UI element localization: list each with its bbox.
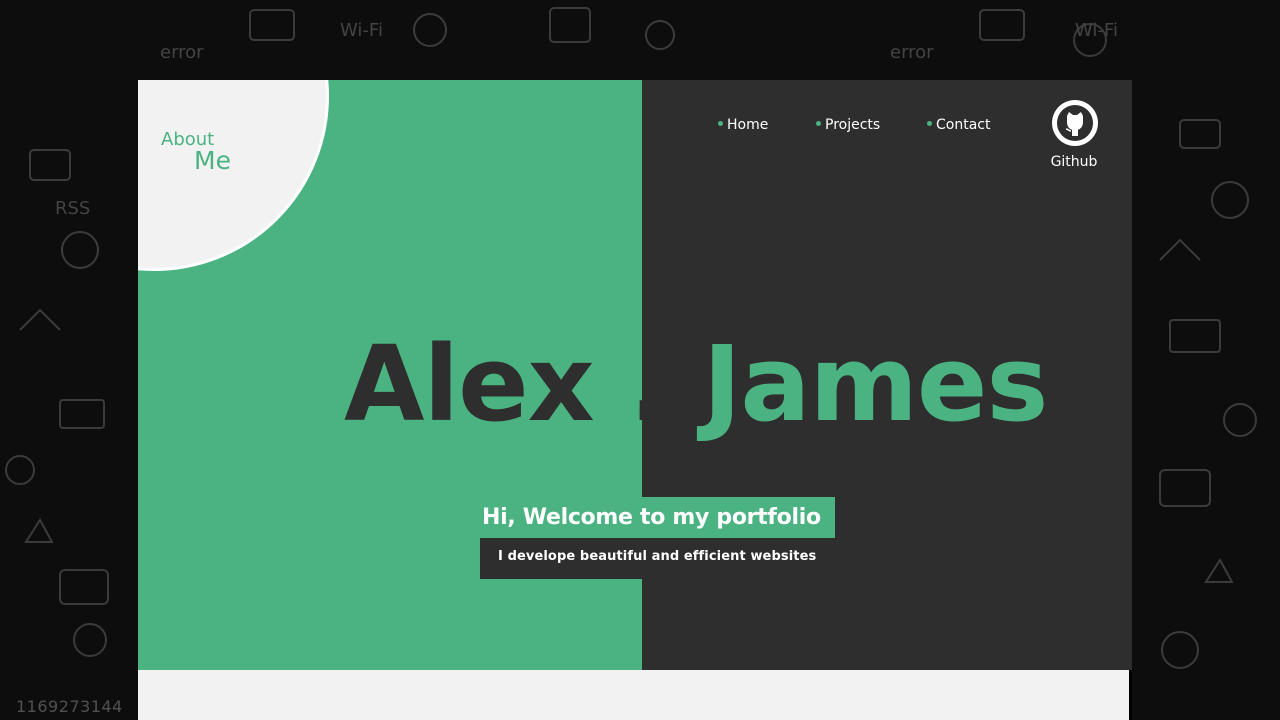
nav-projects[interactable]: Projects: [816, 117, 880, 133]
svg-text:error: error: [160, 42, 204, 63]
nav-bullet-icon: [927, 120, 932, 126]
me-label[interactable]: Me: [194, 146, 231, 175]
tagline-text: I develope beautiful and efficient websi…: [498, 549, 817, 564]
hero-card: About Me Home Projects Contact Github Al…: [138, 80, 1132, 670]
svg-text:error: error: [890, 42, 934, 63]
svg-text:Wi-Fi: Wi-Fi: [340, 20, 383, 41]
nav-home-label: Home: [727, 117, 769, 133]
hero-first-name: Alex .: [344, 323, 668, 445]
nav-projects-label: Projects: [825, 117, 881, 133]
nav-bullet-icon: [816, 120, 821, 126]
github-label: Github: [1050, 154, 1098, 170]
nav-home[interactable]: Home: [718, 117, 768, 133]
nav-contact[interactable]: Contact: [927, 117, 990, 133]
next-section: [138, 670, 1129, 720]
hero-last-name: James: [702, 323, 1049, 445]
welcome-text: Hi, Welcome to my portfolio: [482, 505, 821, 530]
github-link[interactable]: Github: [1050, 100, 1100, 170]
nav-bullet-icon: [718, 120, 723, 126]
welcome-banner: Hi, Welcome to my portfolio: [480, 497, 835, 538]
github-octocat-icon[interactable]: [1052, 100, 1098, 146]
svg-text:Wi-Fi: Wi-Fi: [1075, 20, 1118, 41]
image-watermark: 1169273144: [16, 697, 123, 716]
section-edge: [1129, 670, 1132, 720]
svg-text:RSS: RSS: [55, 198, 90, 219]
hero-name: Alex . James: [344, 332, 1048, 436]
nav-contact-label: Contact: [936, 117, 991, 133]
